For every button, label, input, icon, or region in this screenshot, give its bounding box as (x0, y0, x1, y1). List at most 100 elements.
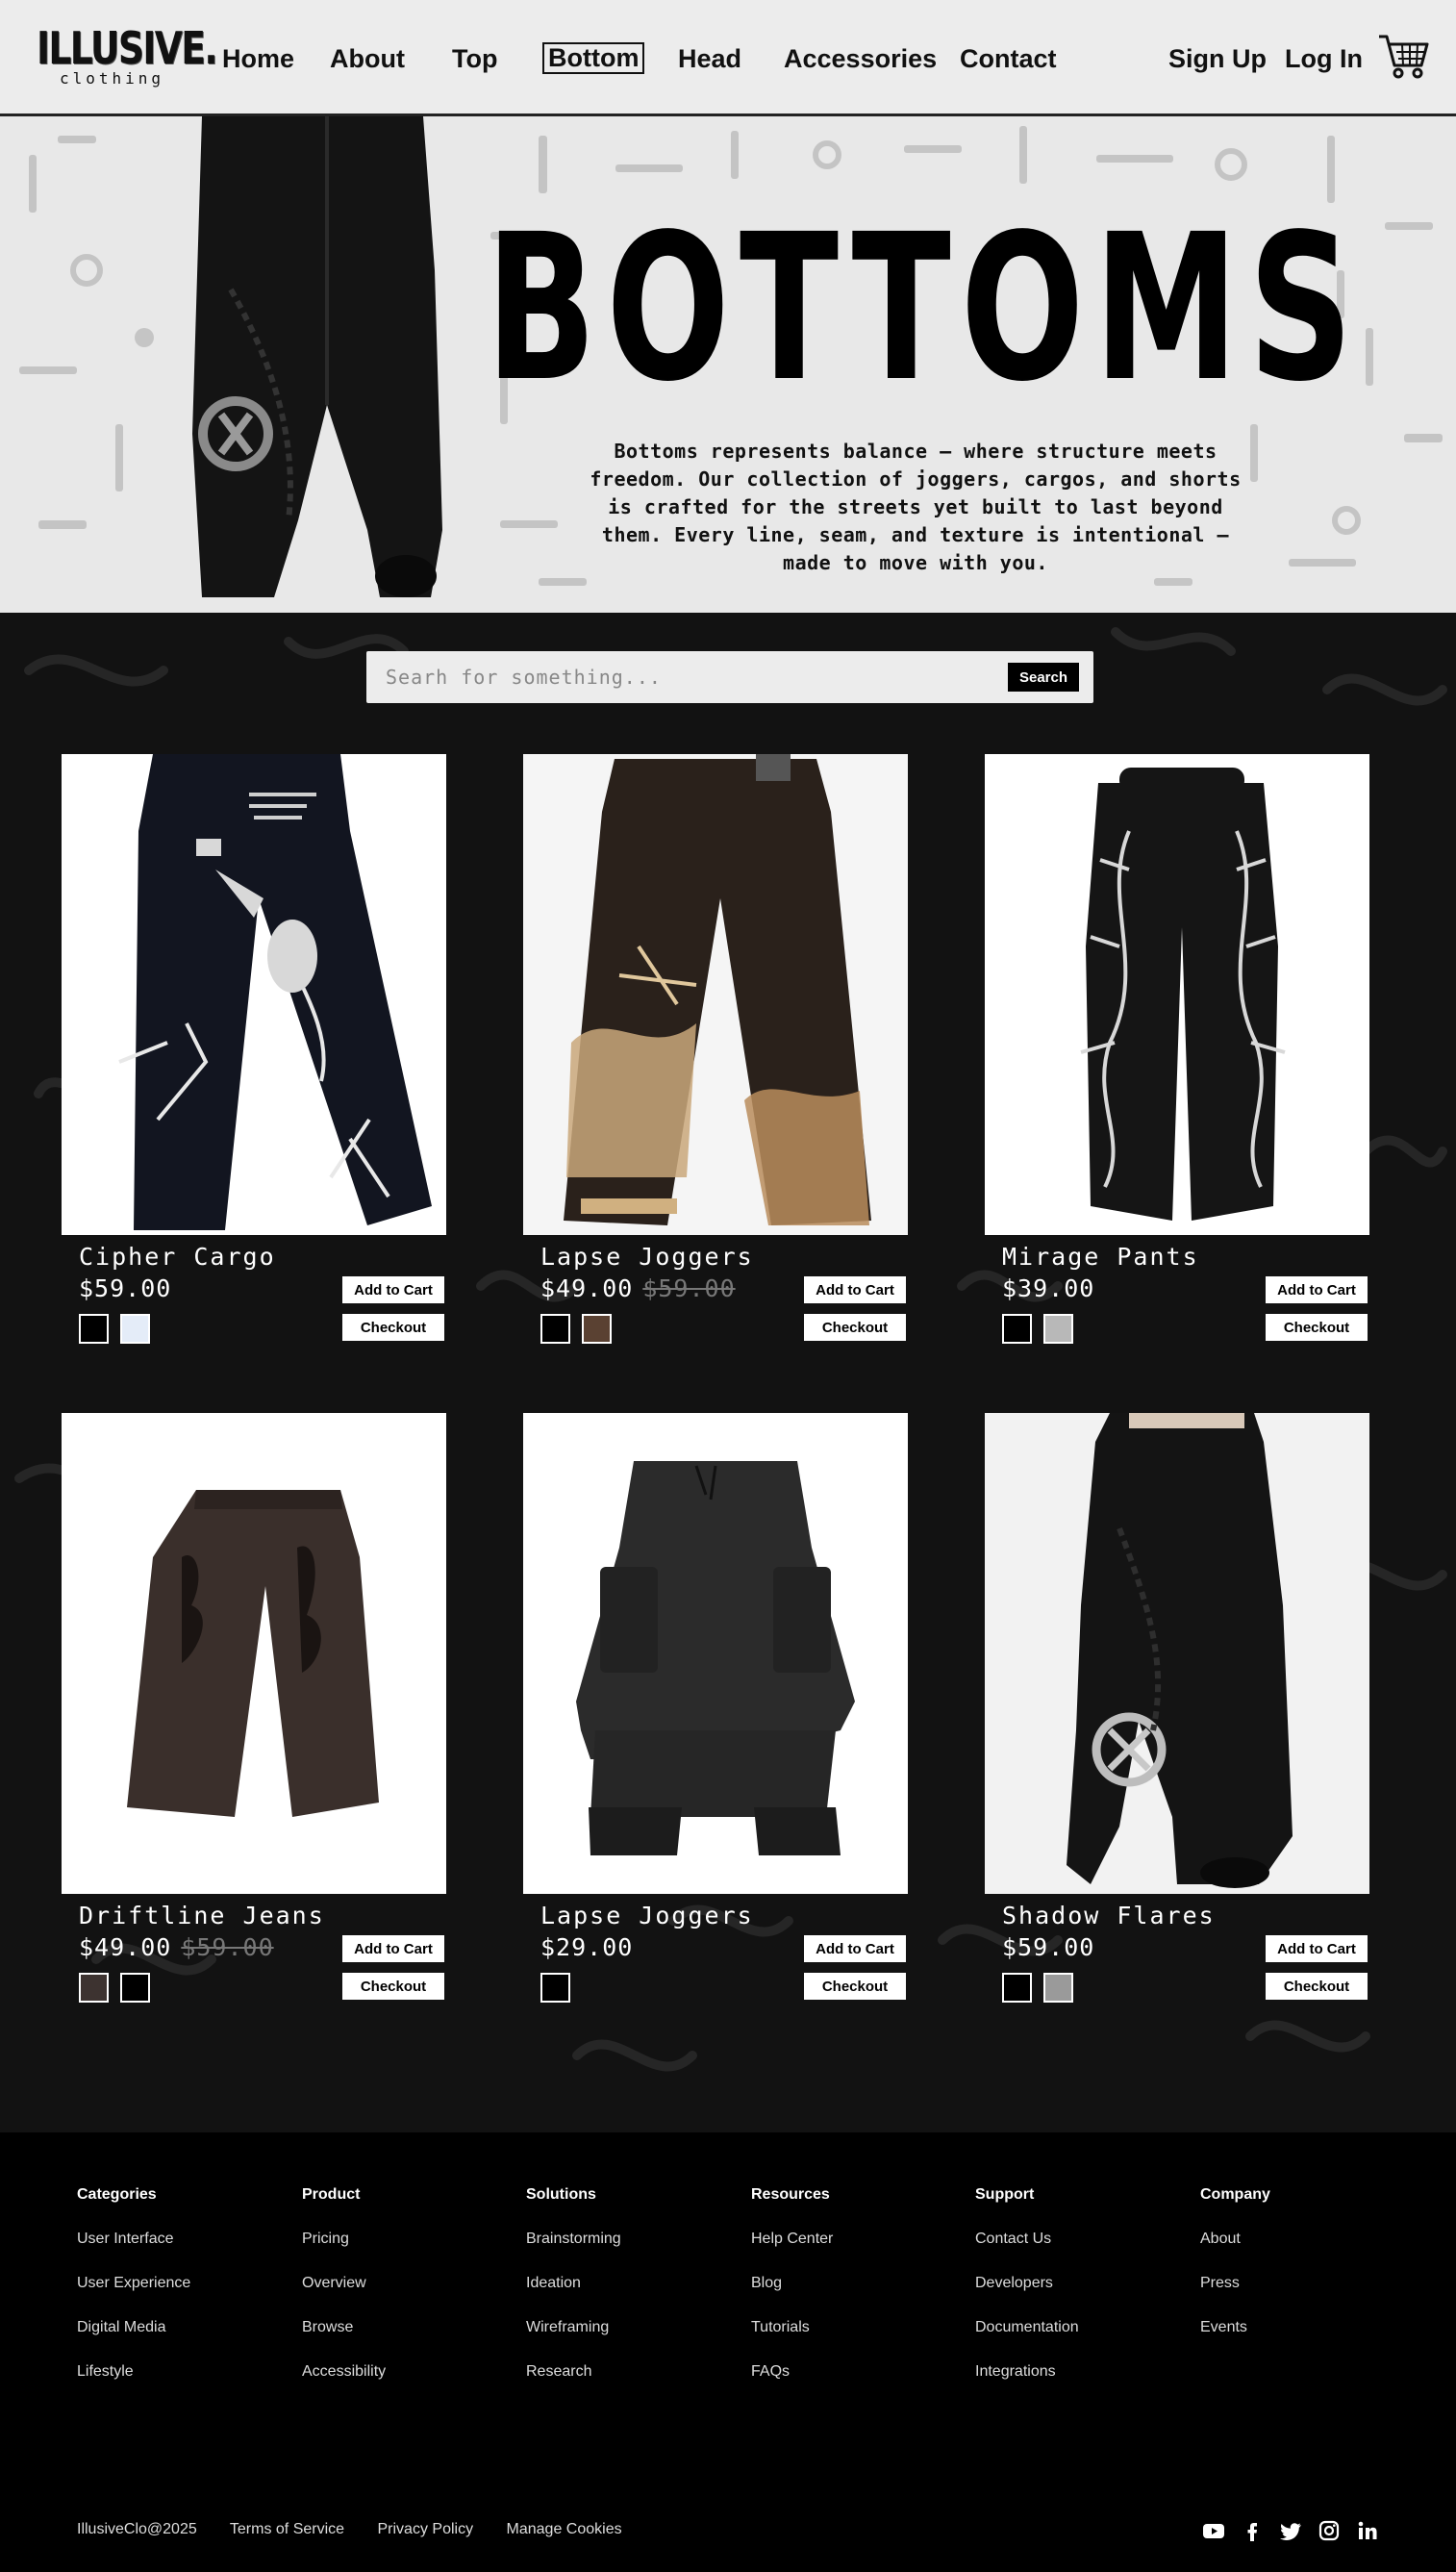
product-image[interactable] (985, 754, 1369, 1235)
add-to-cart-button[interactable]: Add to Cart (342, 1935, 444, 1962)
checkout-button[interactable]: Checkout (1266, 1314, 1368, 1341)
product-image[interactable] (62, 754, 446, 1235)
footer-link[interactable]: Digital Media (77, 2318, 289, 2336)
add-to-cart-button[interactable]: Add to Cart (804, 1935, 906, 1962)
product-card: Shadow Flares $59.00 Add to Cart Checkou… (985, 1413, 1369, 2029)
footer-link[interactable]: Overview (302, 2274, 514, 2292)
color-swatch[interactable] (1002, 1314, 1032, 1344)
color-swatch[interactable] (1043, 1314, 1073, 1344)
linkedin-icon[interactable] (1356, 2519, 1379, 2542)
footer-link[interactable]: Brainstorming (526, 2230, 738, 2248)
nav-about[interactable]: About (330, 42, 405, 75)
search-bar: Search (366, 651, 1093, 703)
footer-link[interactable]: Contact Us (975, 2230, 1187, 2248)
color-swatch[interactable] (540, 1973, 570, 2003)
footer-link[interactable]: Events (1200, 2318, 1412, 2336)
checkout-button[interactable]: Checkout (342, 1314, 444, 1341)
add-to-cart-button[interactable]: Add to Cart (1266, 1935, 1368, 1962)
footer-link[interactable]: About (1200, 2230, 1412, 2248)
checkout-button[interactable]: Checkout (804, 1314, 906, 1341)
footer-link[interactable]: Browse (302, 2318, 514, 2336)
color-swatch[interactable] (1043, 1973, 1073, 2003)
checkout-button[interactable]: Checkout (804, 1973, 906, 2000)
brand-tagline: clothing (60, 69, 165, 88)
footer-link[interactable]: Press (1200, 2274, 1412, 2292)
nav-head[interactable]: Head (678, 42, 741, 75)
product-image[interactable] (62, 1413, 446, 1894)
instagram-icon[interactable] (1318, 2519, 1341, 2542)
copyright: IllusiveClo@2025 (77, 2521, 197, 2537)
product-price: $59.00 (1002, 1933, 1104, 1961)
login-link[interactable]: Log In (1285, 42, 1363, 75)
youtube-icon[interactable] (1202, 2519, 1225, 2542)
footer-link[interactable]: Documentation (975, 2318, 1187, 2336)
shopping-cart-icon[interactable] (1377, 27, 1431, 81)
social-links (1202, 2519, 1379, 2542)
footer-link[interactable]: FAQs (751, 2362, 963, 2381)
footer-link[interactable]: Ideation (526, 2274, 738, 2292)
color-swatch[interactable] (1002, 1973, 1032, 2003)
footer-link[interactable]: Developers (975, 2274, 1187, 2292)
footer-link[interactable]: Lifestyle (77, 2362, 289, 2381)
footer-column-title: Company (1200, 2186, 1270, 2203)
old-price: $59.00 (642, 1274, 736, 1302)
product-price: $49.00 $59.00 (79, 1933, 274, 1961)
color-swatches (79, 1314, 150, 1344)
color-swatches (540, 1973, 570, 2003)
footer-column-resources: Resources Help Center Blog Tutorials FAQ… (751, 2186, 963, 2407)
product-image[interactable] (523, 754, 908, 1235)
footer-column-title: Product (302, 2186, 361, 2203)
nav-contact[interactable]: Contact (960, 42, 1057, 75)
color-swatch[interactable] (120, 1973, 150, 2003)
current-price: $39.00 (1002, 1274, 1095, 1302)
footer-link[interactable]: Blog (751, 2274, 963, 2292)
add-to-cart-button[interactable]: Add to Cart (804, 1276, 906, 1303)
nav-top[interactable]: Top (452, 42, 497, 75)
hero-description: Bottoms represents balance — where struc… (590, 440, 1242, 574)
twitter-icon[interactable] (1279, 2519, 1302, 2542)
product-section: Search Cipher Cargo (0, 613, 1456, 2132)
product-price: $39.00 (1002, 1274, 1104, 1302)
nav-accessories[interactable]: Accessories (784, 42, 937, 75)
privacy-link[interactable]: Privacy Policy (378, 2521, 474, 2537)
terms-link[interactable]: Terms of Service (230, 2521, 344, 2537)
footer-link[interactable]: Accessibility (302, 2362, 514, 2381)
product-price: $49.00 $59.00 (540, 1274, 736, 1302)
product-image[interactable] (985, 1413, 1369, 1894)
color-swatch[interactable] (540, 1314, 570, 1344)
product-card: Cipher Cargo $59.00 Add to Cart Checkout (62, 754, 446, 1370)
facebook-icon[interactable] (1241, 2519, 1264, 2542)
add-to-cart-button[interactable]: Add to Cart (342, 1276, 444, 1303)
nav-home[interactable]: Home (222, 42, 294, 75)
color-swatch[interactable] (79, 1973, 109, 2003)
footer-column-title: Solutions (526, 2186, 596, 2203)
footer-link[interactable]: Wireframing (526, 2318, 738, 2336)
current-price: $59.00 (79, 1274, 172, 1302)
footer-link[interactable]: User Interface (77, 2230, 289, 2248)
footer-link[interactable]: Integrations (975, 2362, 1187, 2381)
nav-bottom[interactable]: Bottom (542, 42, 645, 74)
search-button[interactable]: Search (1008, 663, 1079, 692)
checkout-button[interactable]: Checkout (342, 1973, 444, 2000)
color-swatch[interactable] (582, 1314, 612, 1344)
signup-link[interactable]: Sign Up (1168, 42, 1267, 75)
product-card: Lapse Joggers $49.00 $59.00 Add to Cart C… (523, 754, 908, 1370)
footer-link[interactable]: User Experience (77, 2274, 289, 2292)
footer-link[interactable]: Help Center (751, 2230, 963, 2248)
footer-column-title: Resources (751, 2186, 830, 2203)
cookies-link[interactable]: Manage Cookies (507, 2521, 622, 2537)
footer-link[interactable]: Pricing (302, 2230, 514, 2248)
color-swatch[interactable] (79, 1314, 109, 1344)
footer-link[interactable]: Tutorials (751, 2318, 963, 2336)
product-image[interactable] (523, 1413, 908, 1894)
footer-link[interactable]: Research (526, 2362, 738, 2381)
site-footer: Categories User Interface User Experienc… (0, 2132, 1456, 2572)
checkout-button[interactable]: Checkout (1266, 1973, 1368, 2000)
product-name: Shadow Flares (1002, 1902, 1216, 1929)
color-swatch[interactable] (120, 1314, 150, 1344)
product-card: Driftline Jeans $49.00 $59.00 Add to Cart… (62, 1413, 446, 2029)
current-price: $59.00 (1002, 1933, 1095, 1961)
search-input[interactable] (386, 661, 943, 693)
footer-column-product: Product Pricing Overview Browse Accessib… (302, 2186, 514, 2407)
add-to-cart-button[interactable]: Add to Cart (1266, 1276, 1368, 1303)
